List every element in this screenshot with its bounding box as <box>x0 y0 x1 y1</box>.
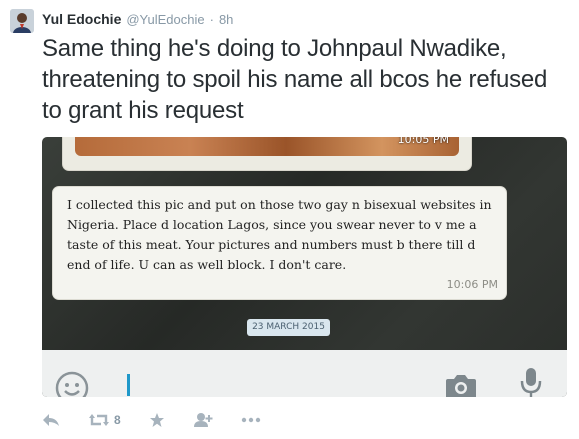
chat-message-time: 10:06 PM <box>446 278 498 291</box>
date-separator-chip: 23 MARCH 2015 <box>247 319 330 336</box>
retweet-button[interactable]: 8 <box>88 413 121 427</box>
follow-icon <box>193 413 213 427</box>
chat-message-text: I collected this pic and put on those tw… <box>67 197 492 272</box>
camera-icon <box>446 375 476 397</box>
retweet-count: 8 <box>114 413 121 427</box>
reply-button[interactable] <box>42 413 60 427</box>
more-button[interactable] <box>241 417 261 423</box>
separator-dot: · <box>209 11 214 27</box>
photo-message-time: 10:05 PM <box>397 137 449 146</box>
avatar-image <box>10 9 34 33</box>
display-name[interactable]: Yul Edochie <box>42 11 121 27</box>
tweet-media-screenshot[interactable]: 10:05 PM I collected this pic and put on… <box>42 137 567 397</box>
user-handle[interactable]: @YulEdochie <box>126 12 204 27</box>
more-icon <box>241 417 260 423</box>
tweet-timestamp[interactable]: 8h <box>219 12 233 27</box>
retweet-icon <box>89 414 109 426</box>
tweet-header: Yul Edochie @YulEdochie · 8h <box>42 9 233 29</box>
mic-icon <box>520 368 542 397</box>
reply-icon <box>43 414 59 426</box>
tweet-text: Same thing he's doing to Johnpaul Nwadik… <box>42 35 548 124</box>
avatar[interactable] <box>10 9 34 33</box>
chat-input-bar <box>42 350 567 397</box>
chat-message-bubble: I collected this pic and put on those tw… <box>52 186 507 300</box>
tweet-actions: 8 <box>42 410 289 430</box>
text-cursor <box>127 374 130 396</box>
favorite-icon <box>149 413 164 427</box>
favorite-button[interactable] <box>149 412 165 428</box>
emoji-icon <box>55 371 89 397</box>
follow-button[interactable] <box>193 412 213 428</box>
photo-message-bubble: 10:05 PM <box>62 137 472 171</box>
photo-thumbnail: 10:05 PM <box>75 137 459 156</box>
